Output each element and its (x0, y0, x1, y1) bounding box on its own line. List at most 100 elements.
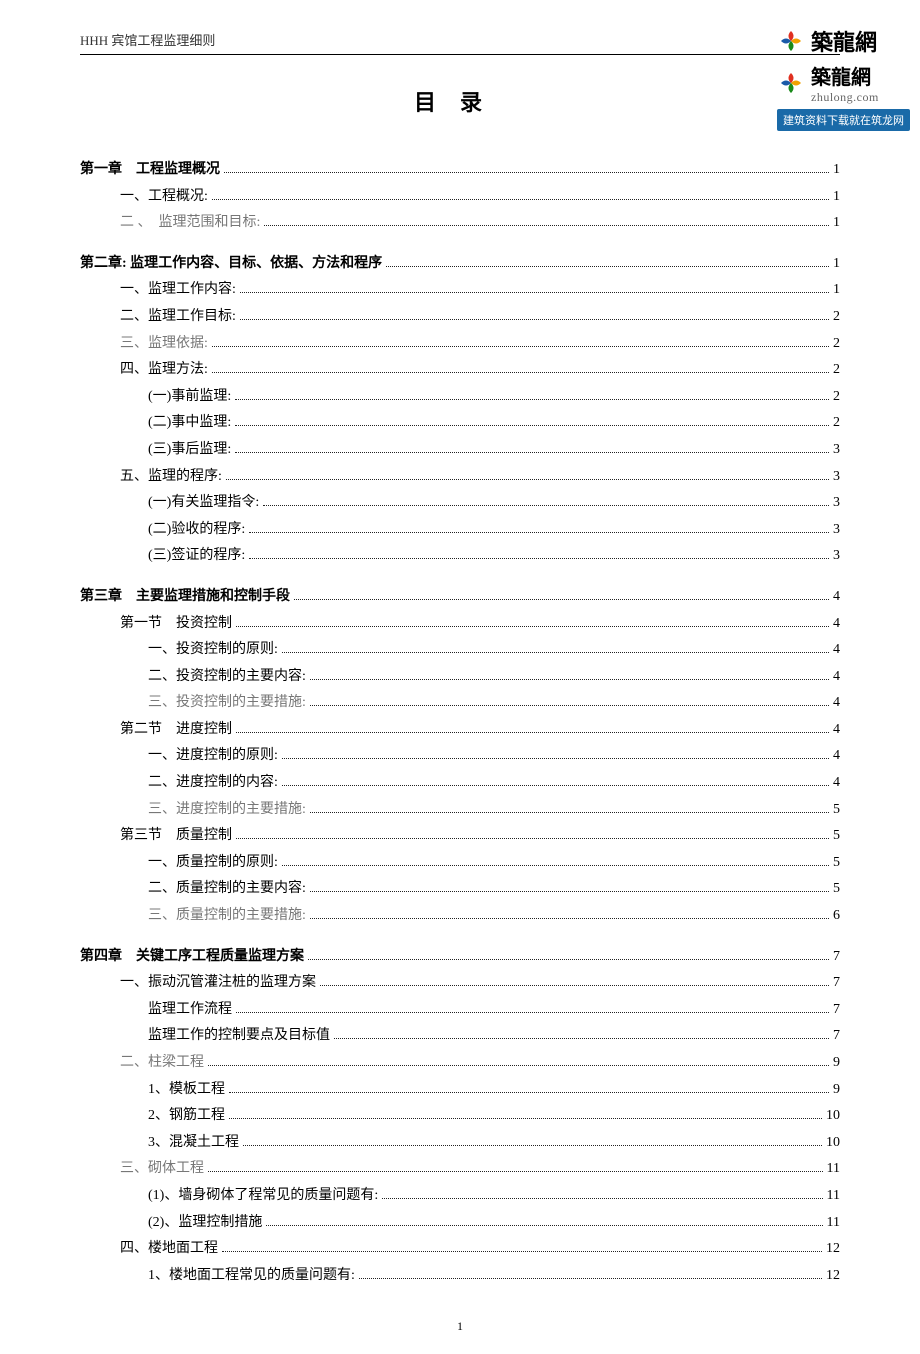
toc-gap (80, 930, 840, 944)
toc-entry-page: 9 (833, 1077, 840, 1104)
toc-entry-label: 监理工作的控制要点及目标值 (148, 1023, 330, 1050)
toc-entry-page: 7 (833, 1023, 840, 1050)
toc-entry-page: 3 (833, 490, 840, 517)
toc-leader (222, 1251, 822, 1252)
toc-row: 第一节 投资控制4 (80, 611, 840, 638)
toc-leader (310, 679, 829, 680)
toc-entry-page: 4 (833, 611, 840, 638)
toc-entry-label: (一)事前监理: (148, 384, 231, 411)
toc-row: (2)、监理控制措施11 (80, 1210, 840, 1237)
toc-row: 第三节 质量控制5 (80, 823, 840, 850)
toc-row: 二、柱梁工程 9 (80, 1050, 840, 1077)
toc-gap (80, 237, 840, 251)
toc-entry-label: 监理工作流程 (148, 997, 232, 1024)
toc-leader (236, 732, 829, 733)
toc-entry-page: 2 (833, 357, 840, 384)
toc-entry-page: 3 (833, 543, 840, 570)
toc-entry-label: 一、投资控制的原则: (148, 637, 278, 664)
logo-row-1: 築龍網 (777, 25, 910, 57)
toc-entry-page: 3 (833, 464, 840, 491)
toc-entry-page: 2 (833, 331, 840, 358)
toc-leader (382, 1198, 822, 1199)
document-page: 築龍網 築龍網 zhulong.com 建筑资料下载就在筑龙网 HH (0, 0, 920, 1354)
toc-row: (三)事后监理:3 (80, 437, 840, 464)
toc-entry-label: (二)验收的程序: (148, 517, 245, 544)
toc-row: 第四章 关键工序工程质量监理方案7 (80, 944, 840, 971)
toc-entry-label: 四、楼地面工程 (120, 1236, 218, 1263)
toc-entry-page: 11 (827, 1210, 840, 1237)
toc-entry-label: 二 、 监理范围和目标: (120, 210, 260, 237)
toc-leader (240, 319, 829, 320)
toc-entry-page: 2 (833, 304, 840, 331)
toc-row: 三、砌体工程11 (80, 1156, 840, 1183)
toc-entry-page: 10 (826, 1130, 840, 1157)
toc-row: 监理工作流程7 (80, 997, 840, 1024)
toc-leader (212, 372, 829, 373)
toc-leader (208, 1065, 829, 1066)
toc-row: 一、监理工作内容:1 (80, 277, 840, 304)
toc-entry-page: 7 (833, 944, 840, 971)
table-of-contents: 第一章 工程监理概况1一、工程概况:1二 、 监理范围和目标:1第二章: 监理工… (80, 157, 840, 1289)
toc-row: 一、进度控制的原则:4 (80, 743, 840, 770)
toc-entry-label: (一)有关监理指令: (148, 490, 259, 517)
toc-row: 四、楼地面工程 12 (80, 1236, 840, 1263)
toc-entry-label: 二、柱梁工程 (120, 1050, 204, 1077)
toc-entry-label: (二)事中监理: (148, 410, 231, 437)
toc-entry-page: 1 (833, 277, 840, 304)
toc-leader (282, 785, 829, 786)
toc-leader (282, 652, 829, 653)
toc-row: 二、质量控制的主要内容:5 (80, 876, 840, 903)
logo-row-2: 築龍網 zhulong.com (777, 61, 910, 105)
toc-row: 一、投资控制的原则:4 (80, 637, 840, 664)
toc-row: 第二章: 监理工作内容、目标、依据、方法和程序 1 (80, 251, 840, 278)
toc-entry-label: 第一章 工程监理概况 (80, 157, 220, 184)
toc-leader (229, 1092, 829, 1093)
toc-entry-label: 第二节 进度控制 (120, 717, 232, 744)
toc-row: (三)签证的程序:3 (80, 543, 840, 570)
toc-leader (212, 199, 829, 200)
toc-entry-page: 4 (833, 717, 840, 744)
toc-leader (310, 812, 829, 813)
toc-entry-page: 1 (833, 251, 840, 278)
toc-entry-label: 1、楼地面工程常见的质量问题有: (148, 1263, 355, 1290)
toc-row: 1、模板工程9 (80, 1077, 840, 1104)
toc-entry-label: (1)、墙身砌体了程常见的质量问题有: (148, 1183, 378, 1210)
toc-entry-label: 一、进度控制的原则: (148, 743, 278, 770)
toc-entry-page: 6 (833, 903, 840, 930)
toc-entry-page: 12 (826, 1263, 840, 1290)
toc-entry-label: 一、质量控制的原则: (148, 850, 278, 877)
toc-entry-label: 四、监理方法: (120, 357, 208, 384)
toc-row: 第三章 主要监理措施和控制手段4 (80, 584, 840, 611)
toc-gap (80, 570, 840, 584)
toc-row: (二)事中监理:2 (80, 410, 840, 437)
toc-entry-label: 3、混凝土工程 (148, 1130, 239, 1157)
toc-leader (212, 346, 829, 347)
logo-brand-text: 築龍網 (811, 25, 877, 57)
toc-leader (243, 1145, 822, 1146)
toc-row: 监理工作的控制要点及目标值 7 (80, 1023, 840, 1050)
toc-leader (226, 479, 829, 480)
header-text: HHH 宾馆工程监理细则 (80, 33, 215, 48)
toc-leader (334, 1038, 829, 1039)
toc-entry-label: 2、钢筋工程 (148, 1103, 225, 1130)
toc-leader (249, 558, 829, 559)
toc-row: 二、监理工作目标:2 (80, 304, 840, 331)
toc-entry-page: 7 (833, 970, 840, 997)
toc-row: 二 、 监理范围和目标:1 (80, 210, 840, 237)
toc-entry-page: 12 (826, 1236, 840, 1263)
toc-leader (310, 891, 829, 892)
watermark-logo: 築龍網 築龍網 zhulong.com 建筑资料下载就在筑龙网 (777, 25, 910, 131)
toc-leader (282, 758, 829, 759)
toc-entry-page: 5 (833, 876, 840, 903)
toc-row: 三、监理依据:2 (80, 331, 840, 358)
toc-entry-page: 2 (833, 384, 840, 411)
toc-row: 1、楼地面工程常见的质量问题有: 12 (80, 1263, 840, 1290)
toc-leader (249, 532, 829, 533)
toc-row: 五、监理的程序: 3 (80, 464, 840, 491)
toc-row: (1)、墙身砌体了程常见的质量问题有:11 (80, 1183, 840, 1210)
toc-leader (310, 918, 829, 919)
toc-entry-page: 9 (833, 1050, 840, 1077)
toc-row: 一、振动沉管灌注桩的监理方案7 (80, 970, 840, 997)
toc-entry-label: 第二章: 监理工作内容、目标、依据、方法和程序 (80, 251, 382, 278)
toc-entry-label: 五、监理的程序: (120, 464, 222, 491)
